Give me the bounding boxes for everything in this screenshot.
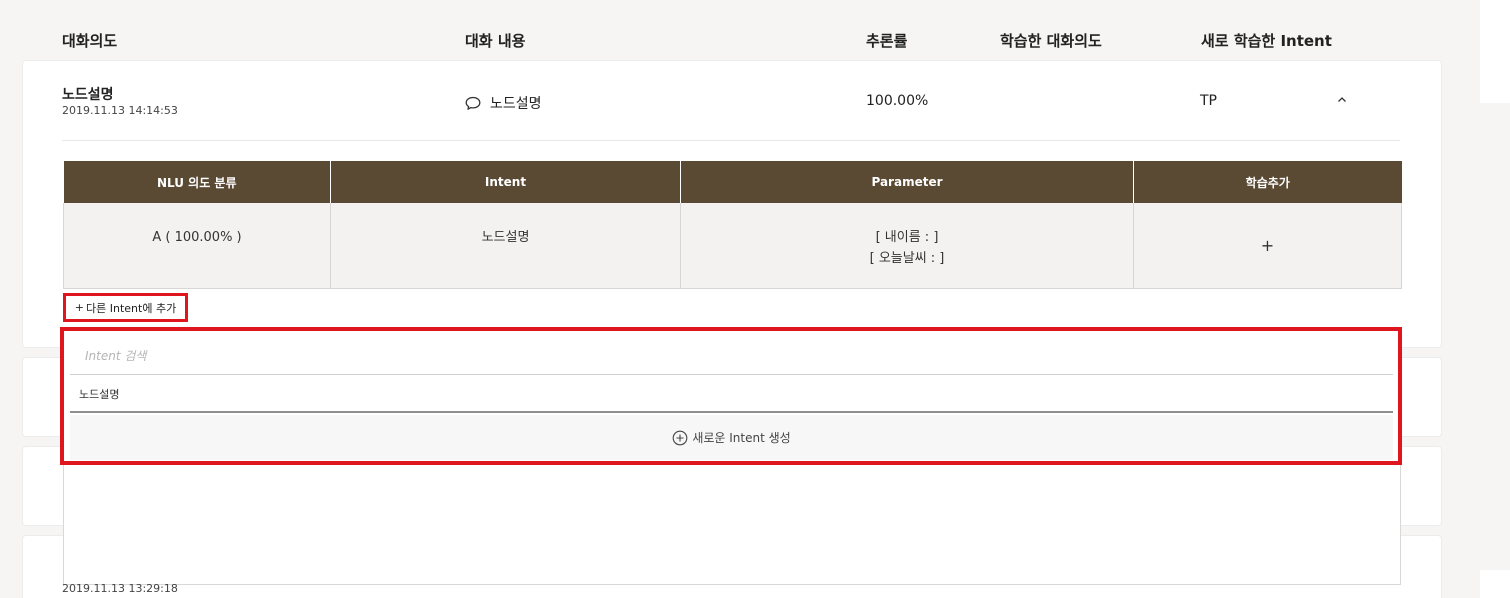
column-header-intent: 대화의도	[62, 32, 118, 50]
speech-bubble-icon	[465, 96, 481, 111]
table-header-cell: 학습추가	[1133, 161, 1402, 203]
column-header-new-intent: 새로 학습한 Intent	[1201, 32, 1332, 50]
table-header-cell: NLU 의도 분류	[63, 161, 331, 203]
nlu-parameter-cell: [ 내이름 : ] [ 오늘날씨 : ]	[680, 203, 1134, 289]
row-timestamp: 2019.11.13 13:29:18	[62, 582, 178, 595]
table-row: A ( 100.00% ) 노드설명 [ 내이름 : ] [ 오늘날씨 : ] …	[63, 203, 1402, 289]
add-learning-button[interactable]: +	[1133, 203, 1402, 289]
column-header-rate: 추론률	[866, 32, 908, 50]
row-message-text: 노드설명	[490, 96, 542, 112]
right-edge-strip	[1480, 0, 1510, 103]
plus-icon: +	[74, 301, 85, 314]
parameter-item: [ 내이름 : ]	[875, 230, 939, 245]
row-new-intent: TP	[1200, 93, 1217, 109]
highlight-box	[60, 327, 1402, 465]
row-timestamp: 2019.11.13 14:14:53	[62, 104, 178, 117]
table-header-row: NLU 의도 분류 Intent Parameter 학습추가	[63, 161, 1402, 203]
row-inference-rate: 100.00%	[866, 93, 929, 109]
add-to-other-intent-label: 다른 Intent에 추가	[86, 301, 177, 315]
parameter-item: [ 오늘날씨 : ]	[869, 251, 945, 266]
add-to-other-intent-button[interactable]: + 다른 Intent에 추가	[63, 293, 188, 322]
column-header-learned-intent: 학습한 대화의도	[1000, 32, 1102, 50]
right-edge-strip-bottom	[1480, 570, 1510, 598]
row-intent-title: 노드설명	[62, 87, 114, 103]
column-header-content: 대화 내용	[465, 32, 526, 50]
row-message: 노드설명	[465, 93, 542, 113]
table-header-cell: Intent	[330, 161, 681, 203]
table-header-cell: Parameter	[680, 161, 1134, 203]
row-divider	[62, 140, 1400, 141]
collapse-toggle-button[interactable]	[1335, 92, 1349, 106]
nlu-intent-cell: 노드설명	[330, 203, 681, 289]
nlu-classification-cell: A ( 100.00% )	[63, 203, 331, 289]
chevron-up-icon	[1337, 96, 1347, 103]
nlu-classification-table: NLU 의도 분류 Intent Parameter 학습추가 A ( 100.…	[63, 161, 1402, 289]
